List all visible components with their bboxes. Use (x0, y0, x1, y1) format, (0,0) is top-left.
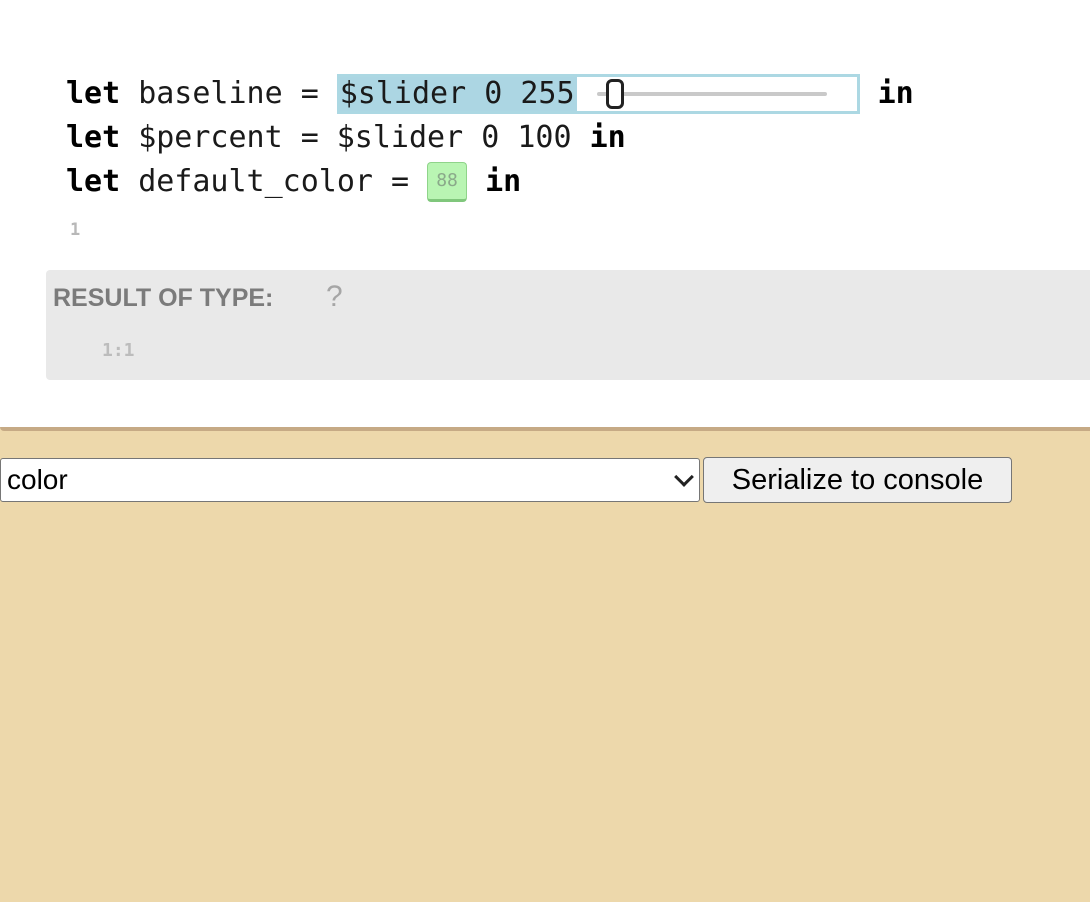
code-editor[interactable]: let baseline = $slider 0 255 in let $per… (0, 0, 1090, 431)
body-line-number: 1 (70, 220, 81, 240)
slider-expression-text: $slider 0 255 (339, 76, 577, 111)
code-line-3: let default_color = 88 in (66, 160, 914, 204)
variable-name: $percent (138, 120, 283, 155)
type-select-value: color (7, 464, 68, 495)
slider-expression-text[interactable]: $slider 0 100 (337, 116, 572, 160)
result-position: 1:1 (102, 340, 135, 361)
keyword-in: in (485, 164, 522, 199)
baseline-slider[interactable] (577, 77, 857, 111)
variable-name: baseline (138, 76, 283, 111)
equals-sign: = (300, 76, 319, 111)
result-panel: RESULT OF TYPE: ? 1:1 (46, 270, 1090, 380)
chevron-down-icon[interactable] (674, 467, 694, 487)
slider-rail[interactable] (596, 92, 827, 96)
keyword-in: in (877, 76, 914, 111)
color-swatch[interactable]: 88 (427, 162, 468, 202)
variable-name: default_color (138, 164, 373, 199)
type-select[interactable]: color (0, 458, 700, 502)
code-block[interactable]: let baseline = $slider 0 255 in let $per… (66, 72, 914, 204)
result-type-label: RESULT OF TYPE: (53, 284, 274, 312)
result-type-value: ? (326, 280, 343, 313)
controls-bar: color Serialize to console (0, 457, 1012, 503)
serialize-button[interactable]: Serialize to console (703, 457, 1012, 503)
code-line-1: let baseline = $slider 0 255 in (66, 72, 914, 116)
keyword-let: let (66, 76, 121, 111)
equals-sign: = (300, 120, 319, 155)
keyword-let: let (66, 164, 121, 199)
equals-sign: = (391, 164, 410, 199)
keyword-in: in (589, 120, 626, 155)
code-line-2: let $percent = $slider 0 100 in (66, 116, 914, 160)
slider-expression[interactable]: $slider 0 255 (336, 74, 860, 114)
keyword-let: let (66, 120, 121, 155)
slider-thumb[interactable] (605, 79, 624, 109)
